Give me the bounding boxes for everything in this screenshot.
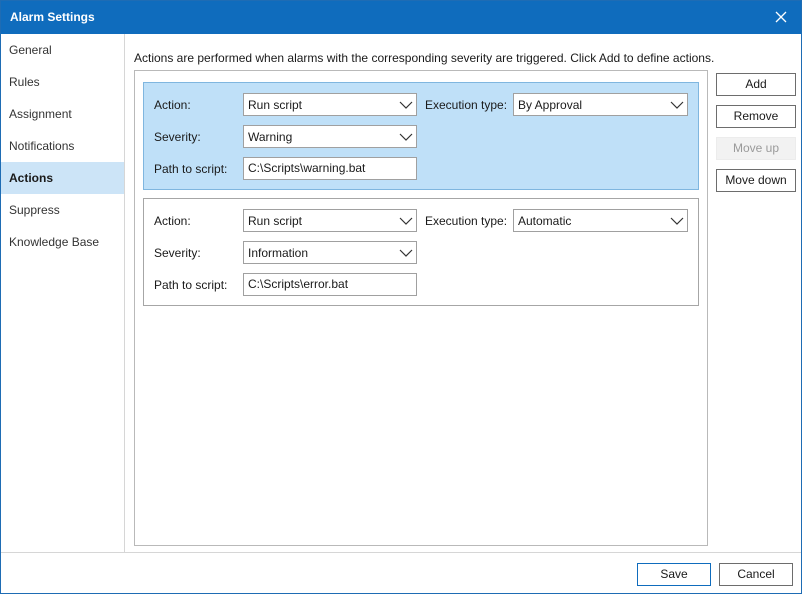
sidebar-item-general[interactable]: General xyxy=(1,34,124,66)
execution-type-select[interactable]: Automatic xyxy=(513,209,688,232)
sidebar-item-knowledge-base[interactable]: Knowledge Base xyxy=(1,226,124,258)
chevron-down-icon xyxy=(399,247,413,259)
sidebar-item-suppress[interactable]: Suppress xyxy=(1,194,124,226)
severity-select-value: Warning xyxy=(248,130,292,144)
intro-text: Actions are performed when alarms with t… xyxy=(134,51,714,65)
path-label: Path to script: xyxy=(154,162,227,176)
title-bar: Alarm Settings xyxy=(1,1,801,34)
sidebar-item-rules[interactable]: Rules xyxy=(1,66,124,98)
actions-list: Action: Run script Execution type: By Ap… xyxy=(134,70,708,546)
execution-type-value: Automatic xyxy=(518,214,571,228)
sidebar: General Rules Assignment Notifications A… xyxy=(1,34,125,552)
chevron-down-icon xyxy=(399,215,413,227)
action-label: Action: xyxy=(154,214,191,228)
remove-button[interactable]: Remove xyxy=(716,105,796,128)
chevron-down-icon xyxy=(399,99,413,111)
severity-select-value: Information xyxy=(248,246,308,260)
add-button[interactable]: Add xyxy=(716,73,796,96)
chevron-down-icon xyxy=(670,215,684,227)
alarm-settings-window: Alarm Settings General Rules Assignment … xyxy=(0,0,802,594)
path-input[interactable]: C:\Scripts\error.bat xyxy=(243,273,417,296)
severity-select[interactable]: Warning xyxy=(243,125,417,148)
action-label: Action: xyxy=(154,98,191,112)
severity-label: Severity: xyxy=(154,130,201,144)
sidebar-item-actions[interactable]: Actions xyxy=(1,162,124,194)
action-select[interactable]: Run script xyxy=(243,209,417,232)
move-up-button[interactable]: Move up xyxy=(716,137,796,160)
move-down-button[interactable]: Move down xyxy=(716,169,796,192)
chevron-down-icon xyxy=(670,99,684,111)
action-select-value: Run script xyxy=(248,98,302,112)
actions-page: Actions are performed when alarms with t… xyxy=(126,34,801,552)
severity-select[interactable]: Information xyxy=(243,241,417,264)
sidebar-item-notifications[interactable]: Notifications xyxy=(1,130,124,162)
save-button[interactable]: Save xyxy=(637,563,711,586)
execution-type-select[interactable]: By Approval xyxy=(513,93,688,116)
dialog-footer: Save Cancel xyxy=(1,552,801,593)
cancel-button[interactable]: Cancel xyxy=(719,563,793,586)
action-select-value: Run script xyxy=(248,214,302,228)
severity-label: Severity: xyxy=(154,246,201,260)
chevron-down-icon xyxy=(399,131,413,143)
execution-type-value: By Approval xyxy=(518,98,582,112)
action-select[interactable]: Run script xyxy=(243,93,417,116)
sidebar-item-assignment[interactable]: Assignment xyxy=(1,98,124,130)
path-input[interactable]: C:\Scripts\warning.bat xyxy=(243,157,417,180)
window-title: Alarm Settings xyxy=(10,10,95,24)
action-item[interactable]: Action: Run script Execution type: Autom… xyxy=(143,198,699,306)
execution-type-label: Execution type: xyxy=(425,98,507,112)
execution-type-label: Execution type: xyxy=(425,214,507,228)
action-item[interactable]: Action: Run script Execution type: By Ap… xyxy=(143,82,699,190)
path-label: Path to script: xyxy=(154,278,227,292)
close-icon[interactable] xyxy=(773,9,789,25)
